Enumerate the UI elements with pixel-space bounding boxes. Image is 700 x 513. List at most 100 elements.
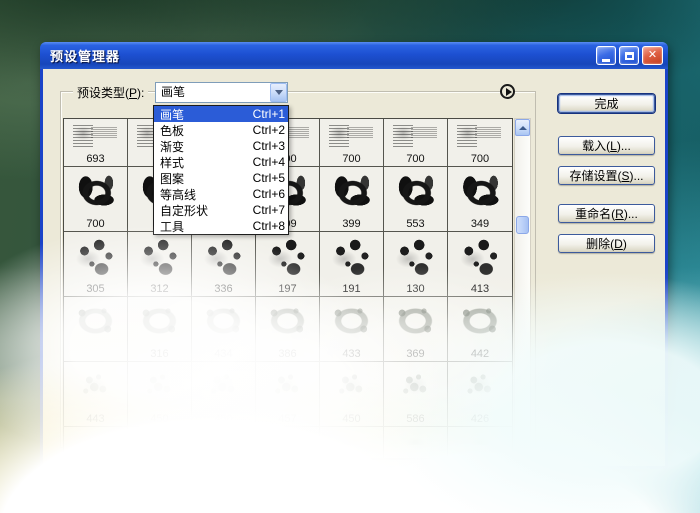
brush-size-label: 399: [320, 218, 383, 230]
preset-cell[interactable]: 457: [256, 362, 320, 427]
menu-item-shortcut: Ctrl+4: [253, 155, 285, 169]
menu-item[interactable]: 自定形状Ctrl+7: [154, 202, 288, 218]
brush-size-label: 693: [64, 153, 127, 165]
scrollbar-thumb[interactable]: [516, 216, 529, 234]
brush-thumbnail: [65, 428, 126, 445]
preset-cell[interactable]: 450: [192, 362, 256, 427]
brush-thumbnail: [257, 428, 318, 445]
brush-thumbnail: [129, 363, 190, 413]
brush-size-label: 130: [384, 283, 447, 295]
brush-thumbnail: [385, 298, 446, 348]
brush-size-label: 700: [448, 153, 512, 165]
brush-thumbnail: [321, 298, 382, 348]
brush-thumbnail: [449, 233, 511, 283]
done-button[interactable]: 完成: [558, 94, 655, 113]
preset-cell[interactable]: [128, 427, 192, 459]
preset-cell[interactable]: 693: [64, 119, 128, 167]
preset-cell[interactable]: [256, 427, 320, 459]
brush-thumbnail: [385, 428, 446, 445]
close-icon: ✕: [648, 50, 657, 61]
brush-thumbnail: [449, 298, 511, 348]
preset-cell[interactable]: 700: [64, 167, 128, 232]
brush-size-label: 450: [128, 413, 191, 425]
rename-button[interactable]: 重命名(R)...: [558, 204, 655, 223]
preset-cell[interactable]: [448, 427, 512, 459]
preset-cell[interactable]: 336: [192, 232, 256, 297]
preset-cell[interactable]: 443: [64, 362, 128, 427]
preset-cell[interactable]: 312: [128, 232, 192, 297]
brush-thumbnail: [193, 233, 254, 283]
preset-cell[interactable]: 413: [448, 232, 512, 297]
preset-cell[interactable]: 191: [320, 232, 384, 297]
menu-item[interactable]: 图案Ctrl+5: [154, 170, 288, 186]
preset-cell[interactable]: 442: [448, 297, 512, 362]
brush-thumbnail: [449, 428, 511, 445]
chevron-down-icon: [275, 90, 283, 99]
preset-cell[interactable]: 700: [384, 119, 448, 167]
preset-cell[interactable]: 130: [384, 232, 448, 297]
preset-cell[interactable]: 433: [320, 297, 384, 362]
title-bar[interactable]: 预设管理器 ✕: [40, 42, 668, 69]
preset-cell[interactable]: [320, 427, 384, 459]
preset-cell[interactable]: 349: [448, 167, 512, 232]
maximize-button[interactable]: [619, 46, 639, 65]
save-set-button[interactable]: 存储设置(S)...: [558, 166, 655, 185]
brush-size-label: 700: [384, 153, 447, 165]
brush-thumbnail: [129, 428, 190, 445]
preset-cell[interactable]: 386: [256, 297, 320, 362]
delete-button[interactable]: 删除(D): [558, 234, 655, 253]
load-button[interactable]: 载入(L)...: [558, 136, 655, 155]
brush-size-label: 450: [320, 413, 383, 425]
menu-item[interactable]: 样式Ctrl+4: [154, 154, 288, 170]
brush-size-label: 191: [320, 283, 383, 295]
preset-cell[interactable]: 197: [256, 232, 320, 297]
menu-item-shortcut: Ctrl+6: [253, 187, 285, 201]
preset-cell[interactable]: 316: [128, 297, 192, 362]
menu-item-label: 画笔: [160, 106, 253, 123]
desktop-background: { "window": { "title": "预设管理器" }, "prese…: [0, 0, 700, 513]
menu-item[interactable]: 画笔Ctrl+1: [154, 106, 288, 122]
menu-item[interactable]: 渐变Ctrl+3: [154, 138, 288, 154]
window-title: 预设管理器: [50, 46, 593, 65]
scroll-up-button[interactable]: [515, 119, 530, 136]
menu-item[interactable]: 色板Ctrl+2: [154, 122, 288, 138]
preset-type-value: 画笔: [156, 83, 270, 102]
preset-cell[interactable]: [64, 427, 128, 459]
brush-thumbnail: [385, 233, 446, 283]
preset-cell[interactable]: 450: [320, 362, 384, 427]
menu-item-shortcut: Ctrl+5: [253, 171, 285, 185]
close-button[interactable]: ✕: [642, 46, 663, 65]
preset-cell[interactable]: [192, 427, 256, 459]
preset-type-menu: 画笔Ctrl+1色板Ctrl+2渐变Ctrl+3样式Ctrl+4图案Ctrl+5…: [153, 105, 289, 235]
preset-cell[interactable]: 369: [384, 297, 448, 362]
preset-cell[interactable]: 305: [64, 232, 128, 297]
preset-cell[interactable]: [384, 427, 448, 459]
brush-size-label: 197: [256, 283, 319, 295]
menu-item-label: 工具: [160, 218, 253, 235]
preset-cell[interactable]: 434: [192, 297, 256, 362]
preset-cell[interactable]: 450: [128, 362, 192, 427]
menu-item-shortcut: Ctrl+1: [253, 107, 285, 121]
minimize-button[interactable]: [596, 46, 616, 65]
preset-flyout-menu-button[interactable]: [500, 84, 515, 99]
grid-scrollbar[interactable]: [514, 118, 531, 460]
preset-type-select[interactable]: 画笔: [155, 82, 288, 103]
menu-item[interactable]: 等高线Ctrl+6: [154, 186, 288, 202]
combo-dropdown-button[interactable]: [270, 83, 287, 102]
preset-cell[interactable]: [64, 297, 128, 362]
brush-size-label: 553: [384, 218, 447, 230]
brush-size-label: 413: [448, 283, 512, 295]
brush-size-label: 586: [384, 413, 447, 425]
menu-item[interactable]: 工具Ctrl+8: [154, 218, 288, 234]
menu-item-label: 样式: [160, 154, 253, 171]
brush-thumbnail: [321, 120, 382, 153]
preset-cell[interactable]: 399: [320, 167, 384, 232]
preset-cell[interactable]: 426: [448, 362, 512, 427]
preset-cell[interactable]: 700: [448, 119, 512, 167]
brush-thumbnail: [65, 298, 126, 348]
preset-cell[interactable]: 700: [320, 119, 384, 167]
preset-cell[interactable]: 586: [384, 362, 448, 427]
preset-cell[interactable]: 553: [384, 167, 448, 232]
brush-thumbnail: [321, 233, 382, 283]
brush-size-label: 450: [192, 413, 255, 425]
